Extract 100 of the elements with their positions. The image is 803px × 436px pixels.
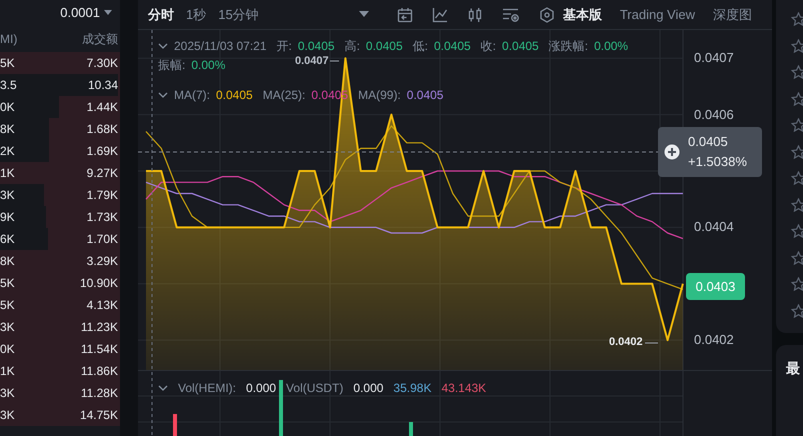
table-cell-text: 1.70K — [86, 231, 118, 248]
caret-icon[interactable] — [104, 10, 112, 16]
star-icon[interactable] — [791, 277, 803, 291]
table-cell-text: 2K — [0, 143, 15, 160]
table-cell-text: 14.75K — [80, 407, 118, 424]
chevron-icon[interactable] — [158, 385, 168, 391]
legend-value: 0.00% — [594, 38, 628, 54]
interval-tab[interactable]: 1秒 — [186, 4, 206, 24]
table-cell-text: 11.23K — [80, 319, 118, 336]
legend-value: 35.98K — [393, 380, 432, 396]
column-header: MI) — [0, 31, 18, 48]
table-cell-text: 7.30K — [86, 55, 118, 72]
table-cell-text: 3K — [0, 187, 15, 204]
axis-label: 0.0406 — [694, 108, 734, 121]
table-cell-text: 5K — [0, 297, 15, 314]
table-cell-text: 10.90K — [80, 275, 118, 292]
leader-line — [644, 342, 658, 344]
price-change: +1.5038% — [688, 154, 747, 170]
star-icon[interactable] — [791, 38, 803, 52]
legend-label: MA(25): — [262, 87, 306, 103]
table-cell-text: 1.73K — [86, 209, 118, 226]
star-icon[interactable] — [791, 92, 803, 106]
table-cell-text: 1.79K — [86, 187, 118, 204]
table-cell-text: 1K — [0, 363, 15, 380]
legend-value: 0.000 — [246, 380, 276, 396]
volume-bar — [279, 380, 283, 436]
table-cell-text: 6K — [0, 231, 15, 248]
last-price: 0.0405 — [688, 134, 729, 150]
legend-value: 43.143K — [441, 380, 486, 396]
table-cell-text: 3.5 — [0, 77, 17, 94]
star-icon[interactable] — [791, 198, 803, 212]
legend-value: 0.0405 — [434, 38, 471, 54]
view-tab[interactable]: Trading View — [620, 4, 695, 24]
tick-size-select[interactable]: 0.0001 — [60, 3, 100, 23]
star-icon[interactable] — [791, 250, 803, 264]
legend-label: 低: — [412, 38, 428, 54]
star-icon[interactable] — [791, 304, 803, 318]
legend-value: 0.0405 — [406, 87, 444, 103]
leader-line — [330, 60, 340, 62]
legend-value: 0.0405 — [366, 38, 403, 54]
legend-label: 收: — [480, 38, 496, 54]
table-cell-text: 1K — [0, 165, 15, 182]
legend-label: 开: — [276, 38, 292, 54]
interval-tab[interactable]: 分时 — [148, 4, 174, 24]
table-cell-text: 1.69K — [86, 143, 118, 160]
line-chart-icon[interactable] — [432, 6, 448, 22]
legend-value: 0.0405 — [502, 38, 539, 54]
legend-datetime: 2025/11/03 07:21 — [174, 38, 267, 54]
view-tab[interactable]: 基本版 — [562, 4, 602, 24]
volume-bar — [173, 414, 177, 436]
calendar-icon[interactable] — [396, 6, 413, 22]
star-icon[interactable] — [791, 224, 803, 238]
column-header: 成交额 — [82, 31, 118, 48]
table-cell-text: 3K — [0, 319, 15, 336]
star-icon[interactable] — [791, 118, 803, 132]
legend-label: Vol(HEMI): — [178, 380, 236, 396]
star-icon[interactable] — [791, 12, 803, 26]
low-price-marker: 0.0402 — [609, 337, 643, 348]
table-cell-text: 0K — [0, 341, 15, 358]
table-cell-text: 4.13K — [86, 297, 118, 314]
legend-label: 振幅: — [158, 57, 186, 73]
table-cell-text: 3.29K — [86, 253, 118, 270]
axis-label: 0.0407 — [694, 51, 734, 64]
current-price-badge: 0.0403 — [686, 273, 745, 300]
table-cell-text: 5K — [0, 55, 15, 72]
table-cell-text: 11.28K — [80, 385, 118, 402]
table-cell-text: 9.27K — [86, 165, 118, 182]
chevron-icon[interactable] — [158, 43, 168, 49]
star-icon[interactable] — [791, 144, 803, 158]
star-icon[interactable] — [791, 171, 803, 185]
panel-heading: 最 — [786, 360, 800, 376]
table-cell-text: 1.44K — [86, 99, 118, 116]
legend-label: MA(7): — [174, 87, 210, 103]
interval-tab[interactable]: 15分钟 — [218, 4, 259, 24]
candlestick-icon[interactable] — [466, 6, 483, 22]
axis-label: 0.0404 — [694, 220, 734, 234]
table-cell-text: 11.86K — [80, 363, 118, 380]
hexagon-icon[interactable] — [538, 6, 555, 22]
star-icon[interactable] — [791, 65, 803, 79]
high-price-marker: 0.0407 — [295, 56, 329, 67]
table-cell-text: 0K — [0, 99, 15, 116]
plus-circle-icon[interactable] — [664, 144, 680, 160]
legend-label: 涨跌幅: — [548, 38, 588, 54]
chevron-icon[interactable] — [158, 92, 168, 98]
table-cell-text: 8K — [0, 253, 15, 270]
table-cell-text: 10.34 — [88, 77, 118, 94]
table-cell-text: 1.68K — [86, 121, 118, 138]
legend-label: Vol(USDT) — [286, 380, 344, 396]
legend-value: 0.0405 — [298, 38, 335, 54]
legend-value: 0.000 — [353, 380, 384, 396]
table-cell-text: 11.54K — [80, 341, 118, 358]
volume-bar — [409, 422, 413, 436]
table-cell-text: 9K — [0, 209, 15, 226]
legend-label: 高: — [344, 38, 360, 54]
table-cell-text: 8K — [0, 121, 15, 138]
table-cell-text: 3K — [0, 407, 15, 424]
legend-label: MA(99): — [358, 87, 401, 103]
settings-list-icon[interactable] — [502, 6, 520, 22]
caret-icon[interactable] — [358, 11, 369, 18]
view-tab[interactable]: 深度图 — [713, 4, 752, 24]
